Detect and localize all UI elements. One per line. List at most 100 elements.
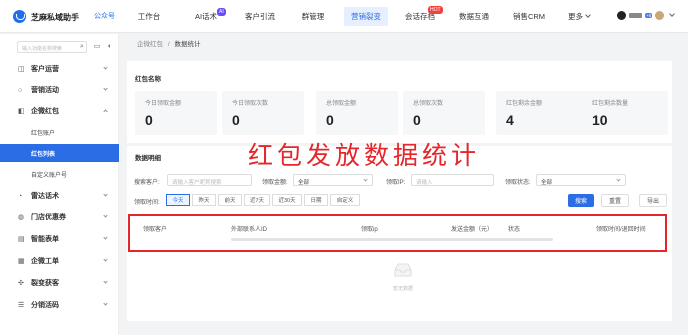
avatar[interactable] (655, 11, 665, 20)
time-option-custom[interactable]: 自定义 (330, 194, 360, 206)
stat-today-count: 今日领取次数 0 (222, 91, 304, 135)
col-time: 领取时间/退回时间 (596, 227, 646, 233)
chevron-down-icon (103, 86, 108, 91)
distribution-icon: ☰ (18, 302, 25, 309)
form-icon: ▤ (18, 236, 25, 243)
amount-select[interactable]: 全部 (293, 174, 373, 186)
stat-remaining-amount-label: 红包剩余金额 (506, 101, 543, 107)
channel-switch[interactable]: 公众号 (94, 11, 115, 21)
table-header-highlight (128, 214, 667, 252)
coupon-icon: ◍ (18, 214, 25, 221)
marketing-icon: ○ (18, 86, 23, 94)
status-filter-label: 领取状态: (505, 180, 531, 186)
time-option-7days[interactable]: 近7天 (244, 194, 270, 206)
fission-icon: ✣ (18, 280, 24, 287)
account-count-badge: +8 (645, 13, 653, 18)
col-customer: 领取客户 (143, 227, 168, 233)
breadcrumb-separator: / (167, 41, 170, 48)
brand-name[interactable]: 芝麻私域助手 (31, 12, 79, 23)
export-button[interactable]: 导出 (639, 194, 667, 207)
chevron-down-icon (103, 65, 108, 70)
sidebar-item-customer-ops[interactable]: ◫ 客户运营 (0, 60, 119, 78)
nav-data-interop[interactable]: 数据互通 (451, 0, 497, 33)
annotation-overlay-text: 红包发放数据统计 (248, 141, 481, 170)
sidebar-subitem-custom-account[interactable]: 自定义账户号 (0, 165, 119, 183)
search-button[interactable]: 搜索 (568, 194, 594, 207)
stat-total-amount: 总领取金额 0 (316, 91, 398, 135)
ip-filter-label: 领取IP: (386, 180, 406, 186)
account-area[interactable]: +8 (617, 10, 675, 20)
stat-remaining: 红包剩余金额 4 红包剩余数量 10 (496, 91, 668, 135)
stat-remaining-count-value: 10 (592, 112, 608, 128)
sidebar-item-marketing[interactable]: ○ 营销活动 (0, 81, 119, 99)
nav-more[interactable]: 更多 (562, 0, 596, 33)
brand-switch-chevron-icon[interactable]: ∨ (74, 12, 79, 20)
redpacket-name-title: 红包名称 (135, 76, 161, 83)
nav-marketing-fission[interactable]: 营销裂变 (340, 0, 392, 33)
time-option-date[interactable]: 日期 (304, 194, 328, 206)
nav-group-management[interactable]: 群管理 (290, 0, 336, 33)
empty-state-text: 暂无数据 (393, 286, 414, 292)
chevron-down-icon (103, 213, 108, 218)
time-option-yesterday[interactable]: 昨天 (192, 194, 216, 206)
customer-search-input[interactable]: 请输入客户昵称搜索 (167, 174, 252, 186)
ip-input[interactable]: 请输入 (411, 174, 494, 186)
breadcrumb-current: 数据统计 (174, 41, 201, 48)
search-icon[interactable]: ⌕ (78, 43, 86, 51)
nav-ai-script[interactable]: AI话术 (185, 0, 227, 33)
brand-logo-icon (13, 10, 26, 23)
chevron-up-icon (103, 109, 108, 114)
breadcrumb-parent[interactable]: 企微红包 (137, 41, 163, 48)
sidebar-item-work-ticket[interactable]: ▦ 企微工单 (0, 252, 119, 270)
collapse-icon[interactable]: ◐ (106, 43, 114, 51)
chevron-down-icon (103, 192, 108, 197)
col-external-contact-id: 外部联系人ID (231, 227, 268, 233)
customer-search-label: 搜索客户: (134, 180, 160, 186)
chevron-down-icon (363, 177, 368, 182)
empty-inbox-icon (394, 263, 412, 277)
sidebar-subitem-redpacket-account[interactable]: 红包账户 (0, 123, 119, 141)
chevron-down-icon (669, 10, 675, 17)
sidebar-item-fission[interactable]: ✣ 裂变获客 (0, 274, 119, 292)
account-logo-icon (617, 11, 626, 20)
sidebar-search-input[interactable]: 输入功能名称搜索 (17, 41, 87, 53)
sidebar-subitem-redpacket-list[interactable]: 红包列表 (0, 144, 119, 162)
time-option-30days[interactable]: 近30天 (272, 194, 302, 206)
breadcrumb: 企微红包 / 数据统计 (137, 38, 200, 48)
stat-total-count: 总领取次数 0 (403, 91, 485, 135)
reset-button[interactable]: 重置 (601, 194, 629, 207)
col-status: 状态 (508, 227, 521, 233)
ticket-icon: ▦ (18, 258, 25, 265)
sidebar-item-store-coupon[interactable]: ◍ 门店优惠券 (0, 208, 119, 226)
sidebar: 输入功能名称搜索 ⌕ ▭ ◐ ◫ 客户运营 ○ 营销活动 ◧ 企微红包 红包账户 红包… (0, 34, 119, 335)
nav-chat-archive[interactable]: 会话存档 (397, 0, 443, 33)
script-icon: ◔ (18, 192, 23, 200)
col-amount: 发送金额（元） (451, 227, 494, 233)
nav-sales-crm[interactable]: 销售CRM (506, 0, 552, 33)
time-option-today[interactable]: 今天 (166, 194, 190, 206)
hot-badge: HOT (428, 6, 443, 14)
amount-filter-label: 领取金额: (262, 180, 288, 186)
nav-workbench[interactable]: 工作台 (128, 0, 170, 33)
folder-icon[interactable]: ▭ (93, 43, 101, 51)
chevron-down-icon (103, 235, 108, 240)
stat-remaining-amount-value: 4 (506, 112, 514, 128)
sidebar-item-smart-form[interactable]: ▤ 智能表单 (0, 230, 119, 248)
nav-customer-traffic[interactable]: 客户引流 (237, 0, 283, 33)
stat-remaining-count-label: 红包剩余数量 (592, 101, 629, 107)
status-select[interactable]: 全部 (536, 174, 626, 186)
stat-today-amount: 今日领取金额 0 (135, 91, 217, 135)
data-detail-title: 数据明细 (135, 155, 161, 162)
sidebar-item-distribution[interactable]: ☰ 分销活码 (0, 296, 119, 314)
chevron-down-icon (616, 177, 621, 182)
sidebar-item-redpacket[interactable]: ◧ 企微红包 (0, 102, 119, 120)
time-filter-label: 领取时间: (134, 200, 160, 206)
chevron-down-icon (585, 11, 591, 18)
account-name-blur (629, 13, 642, 18)
table-horizontal-scrollbar[interactable] (231, 238, 553, 241)
sidebar-item-radar-script[interactable]: ◔ 雷达话术 (0, 187, 119, 205)
redpacket-icon: ◧ (18, 108, 25, 115)
chevron-down-icon (103, 279, 108, 284)
col-ip: 领取ip (361, 227, 378, 233)
time-option-day-before[interactable]: 前天 (218, 194, 242, 206)
